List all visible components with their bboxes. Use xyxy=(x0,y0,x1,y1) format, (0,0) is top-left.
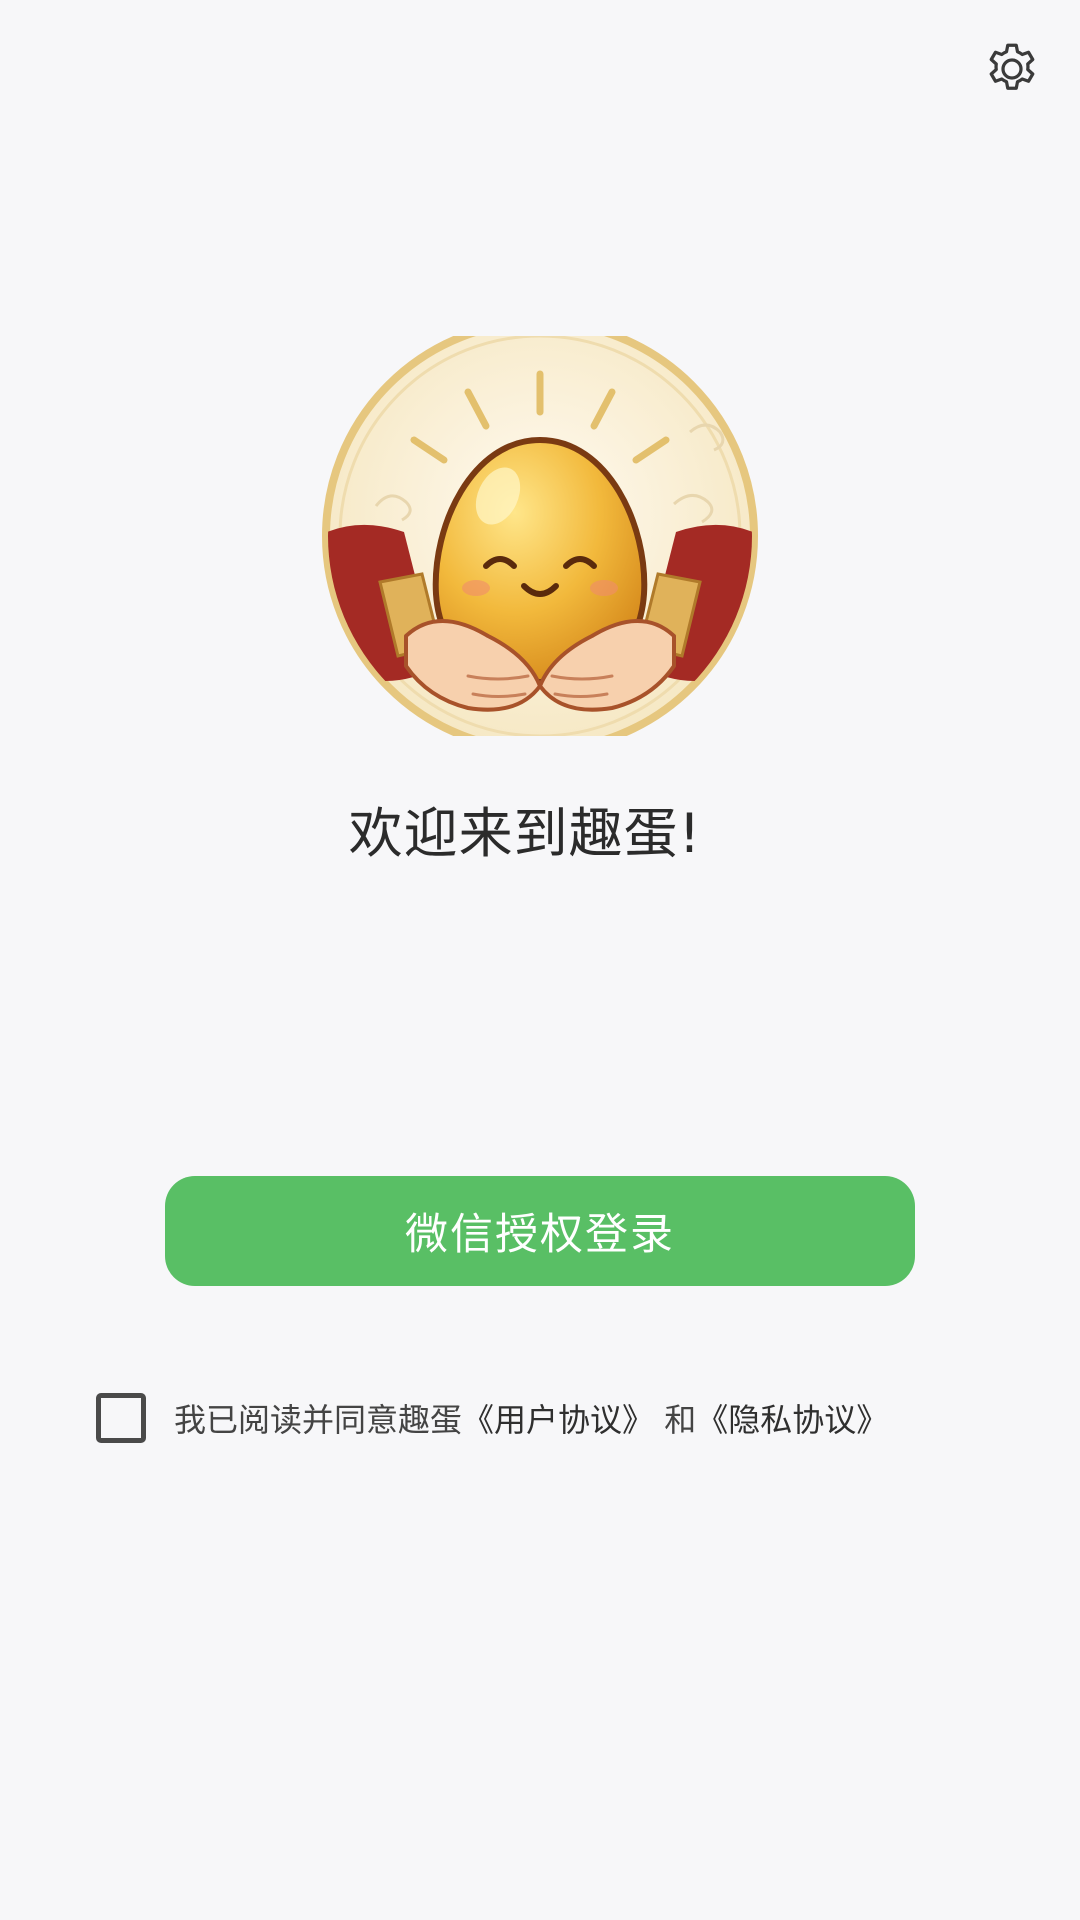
agreement-connector: 和 xyxy=(664,1401,697,1439)
gear-icon xyxy=(989,43,1035,90)
privacy-agreement-link[interactable]: 《隐私协议》 xyxy=(696,1401,888,1439)
agreement-text: 我已阅读并同意趣蛋《用户协议》 和《隐私协议》 xyxy=(174,1395,888,1441)
user-agreement-link[interactable]: 《用户协议》 xyxy=(462,1401,654,1439)
agreement-checkbox[interactable] xyxy=(96,1393,146,1443)
egg-mascot-logo xyxy=(322,336,758,736)
wechat-login-button[interactable]: 微信授权登录 xyxy=(165,1176,915,1286)
settings-button[interactable] xyxy=(977,34,1047,104)
welcome-title: 欢迎来到趣蛋! xyxy=(348,802,702,865)
agreement-row: 我已阅读并同意趣蛋《用户协议》 和《隐私协议》 xyxy=(96,1393,888,1443)
agreement-prefix: 我已阅读并同意趣蛋 xyxy=(174,1401,463,1439)
